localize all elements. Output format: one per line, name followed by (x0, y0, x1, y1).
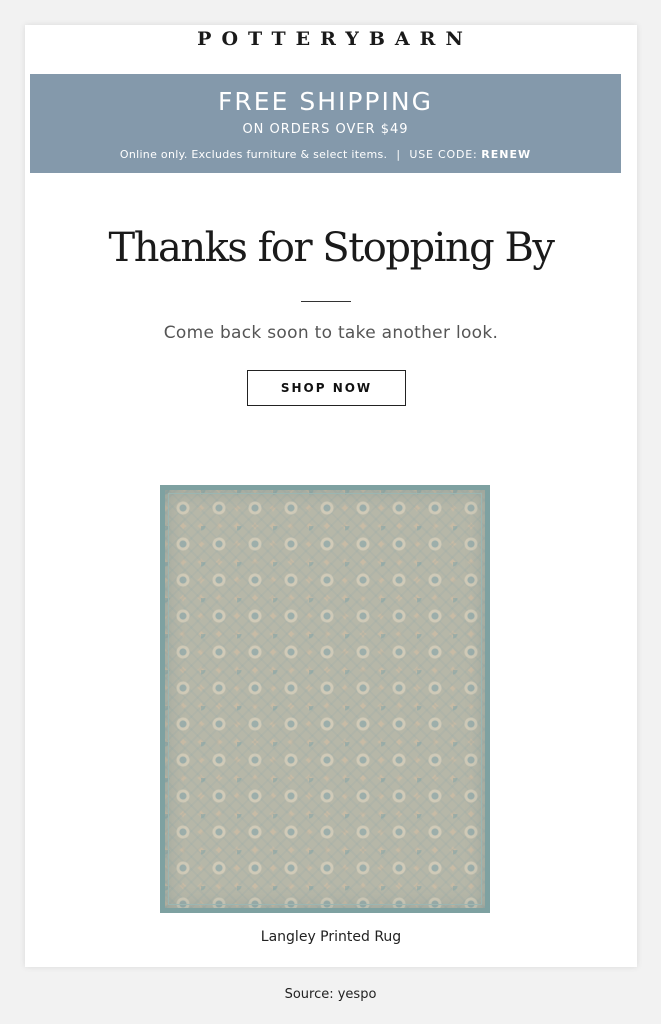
product-rug-image[interactable] (160, 485, 490, 913)
promo-terms-row: Online only. Excludes furniture & select… (30, 148, 621, 161)
email-card: POTTERYBARN FREE SHIPPING ON ORDERS OVER… (25, 25, 637, 967)
hero-subtitle: Come back soon to take another look. (163, 323, 499, 343)
promo-terms-text: Online only. Excludes furniture & select… (119, 148, 388, 161)
promo-banner[interactable]: FREE SHIPPING ON ORDERS OVER $49 Online … (30, 74, 621, 173)
product-caption[interactable]: Langley Printed Rug (25, 929, 637, 945)
page-background: POTTERYBARN FREE SHIPPING ON ORDERS OVER… (0, 0, 661, 1024)
promo-subline: ON ORDERS OVER $49 (242, 122, 409, 137)
promo-headline: FREE SHIPPING (218, 87, 433, 116)
promo-code-label: USE CODE: (409, 148, 478, 161)
brand-logo[interactable]: POTTERYBARN (25, 28, 637, 50)
shop-now-button[interactable]: SHOP NOW (247, 370, 406, 406)
promo-divider: | (396, 148, 401, 161)
hero-divider-rule (301, 301, 351, 302)
hero-title: Thanks for Stopping By (108, 225, 555, 271)
source-note: Source: yespo (284, 987, 377, 1002)
promo-code-value: RENEW (481, 148, 532, 161)
